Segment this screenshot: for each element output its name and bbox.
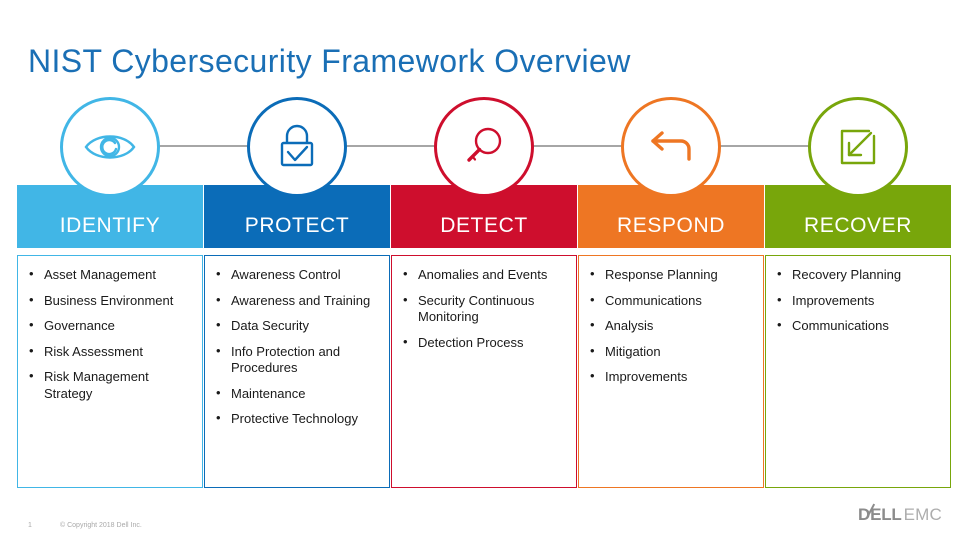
brand-dell-text: DELL (858, 505, 902, 524)
circle-identify (60, 97, 160, 197)
body-card-identify: Asset Management Business Environment Go… (17, 255, 203, 488)
list-item: Improvements (587, 368, 755, 386)
list-item: Communications (587, 292, 755, 310)
dell-emc-logo: DELL EMC (858, 505, 942, 525)
eye-icon (82, 127, 138, 167)
icon-circle-protect (247, 97, 347, 197)
bullet-list-identify: Asset Management Business Environment Go… (26, 266, 194, 402)
body-card-detect: Anomalies and Events Security Continuous… (391, 255, 577, 488)
header-label-protect: PROTECT (244, 213, 350, 237)
list-item: Maintenance (213, 385, 381, 403)
header-label-identify: IDENTIFY (59, 213, 161, 237)
bullet-list-detect: Anomalies and Events Security Continuous… (400, 266, 568, 352)
magnifier-icon (459, 122, 509, 172)
icon-circle-respond (621, 97, 721, 197)
list-item: Security Continuous Monitoring (400, 292, 568, 326)
page-title: NIST Cybersecurity Framework Overview (28, 43, 631, 80)
icon-circle-detect (434, 97, 534, 197)
list-item: Asset Management (26, 266, 194, 284)
list-item: Recovery Planning (774, 266, 942, 284)
padlock-check-icon (271, 121, 323, 173)
list-item: Governance (26, 317, 194, 335)
framework-column-protect[interactable]: PROTECT Awareness Control Awareness and … (204, 97, 390, 488)
list-item: Communications (774, 317, 942, 335)
header-label-recover: RECOVER (803, 213, 913, 237)
footer-page-number: 1 (28, 522, 32, 529)
framework-column-identify[interactable]: IDENTIFY Asset Management Business Envir… (17, 97, 203, 488)
body-card-respond: Response Planning Communications Analysi… (578, 255, 764, 488)
list-item: Risk Management Strategy (26, 368, 194, 402)
framework-column-recover[interactable]: RECOVER Recovery Planning Improvements C… (765, 97, 951, 488)
list-item: Response Planning (587, 266, 755, 284)
list-item: Data Security (213, 317, 381, 335)
list-item: Business Environment (26, 292, 194, 310)
header-label-detect: DETECT (440, 213, 528, 237)
list-item: Awareness and Training (213, 292, 381, 310)
circle-recover (808, 97, 908, 197)
framework-column-respond[interactable]: RESPOND Response Planning Communications… (578, 97, 764, 488)
arrow-into-box-icon (833, 122, 883, 172)
framework-column-detect[interactable]: DETECT Anomalies and Events Security Con… (391, 97, 577, 488)
header-label-respond: RESPOND (616, 213, 726, 237)
list-item: Mitigation (587, 343, 755, 361)
list-item: Detection Process (400, 334, 568, 352)
list-item: Awareness Control (213, 266, 381, 284)
footer-copyright: © Copyright 2018 Dell Inc. (60, 522, 142, 529)
list-item: Anomalies and Events (400, 266, 568, 284)
circle-protect (247, 97, 347, 197)
list-item: Info Protection and Procedures (213, 343, 381, 377)
list-item: Risk Assessment (26, 343, 194, 361)
brand-emc-text: EMC (903, 505, 942, 524)
bullet-list-recover: Recovery Planning Improvements Communica… (774, 266, 942, 335)
body-card-recover: Recovery Planning Improvements Communica… (765, 255, 951, 488)
circle-respond (621, 97, 721, 197)
list-item: Analysis (587, 317, 755, 335)
reply-arrow-icon (645, 127, 697, 167)
body-card-protect: Awareness Control Awareness and Training… (204, 255, 390, 488)
list-item: Improvements (774, 292, 942, 310)
circle-detect (434, 97, 534, 197)
bullet-list-respond: Response Planning Communications Analysi… (587, 266, 755, 386)
icon-circle-recover (808, 97, 908, 197)
list-item: Protective Technology (213, 410, 381, 428)
bullet-list-protect: Awareness Control Awareness and Training… (213, 266, 381, 428)
icon-circle-identify (60, 97, 160, 197)
